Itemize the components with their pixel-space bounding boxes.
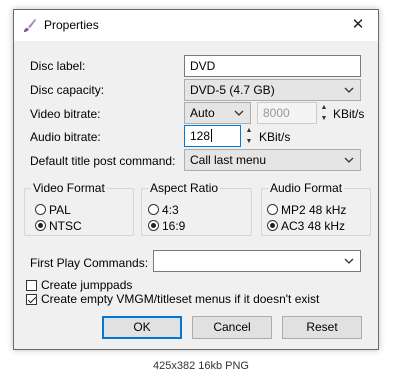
disc-label-input[interactable]: DVD (184, 55, 361, 77)
first-play-label: First Play Commands: (30, 256, 149, 270)
radio-pal-label: PAL (49, 203, 71, 217)
title-post-command-label: Default title post command: (30, 154, 176, 168)
empty-vmgm-label: Create empty VMGM/titleset menus if it d… (41, 292, 320, 306)
audio-bitrate-unit: KBit/s (259, 130, 291, 144)
chevron-down-icon (344, 157, 354, 163)
video-bitrate-unit: KBit/s (333, 107, 365, 121)
radio-mp2-circle[interactable] (267, 204, 278, 215)
audio-bitrate-spinner[interactable]: ▲ ▼ (243, 125, 255, 147)
audio-format-title: Audio Format (268, 181, 345, 195)
spin-up-icon[interactable]: ▲ (243, 125, 255, 136)
close-icon[interactable]: ✕ (348, 15, 368, 35)
title-post-command-value: Call last menu (190, 153, 267, 167)
radio-ntsc[interactable]: NTSC (35, 219, 82, 233)
video-bitrate-mode-value: Auto (190, 106, 215, 120)
radio-4-3[interactable]: 4:3 (148, 203, 179, 217)
radio-mp2-label: MP2 48 kHz (281, 203, 347, 217)
empty-vmgm-checkbox[interactable] (26, 294, 37, 305)
audio-bitrate-input[interactable]: 128 (184, 125, 241, 147)
radio-pal[interactable]: PAL (35, 203, 71, 217)
radio-16-9-label: 16:9 (162, 219, 186, 233)
brush-icon (24, 19, 36, 32)
radio-4-3-circle[interactable] (148, 204, 159, 215)
video-bitrate-mode-select[interactable]: Auto (184, 102, 251, 124)
chevron-down-icon (234, 110, 244, 116)
ok-button[interactable]: OK (102, 316, 182, 339)
properties-dialog: Properties ✕ Disc label: DVD Disc capaci… (13, 9, 379, 350)
disc-capacity-select[interactable]: DVD-5 (4.7 GB) (184, 79, 361, 101)
disc-capacity-value: DVD-5 (4.7 GB) (190, 83, 275, 97)
window-title: Properties (44, 18, 99, 32)
spin-down-icon[interactable]: ▼ (318, 113, 330, 124)
radio-ac3-circle[interactable] (267, 220, 278, 231)
radio-16-9-circle[interactable] (148, 220, 159, 231)
radio-4-3-label: 4:3 (162, 203, 179, 217)
video-bitrate-label: Video bitrate: (30, 107, 101, 121)
radio-ac3-label: AC3 48 kHz (281, 219, 346, 233)
aspect-ratio-title: Aspect Ratio (148, 181, 221, 195)
spin-up-icon[interactable]: ▲ (318, 102, 330, 113)
text-cursor (211, 129, 213, 142)
jumppads-label: Create jumppads (41, 278, 133, 292)
title-bar: Properties ✕ (14, 10, 378, 41)
chevron-down-icon (344, 87, 354, 93)
image-caption: 425x382 16kb PNG (152, 360, 249, 372)
video-format-group: Video Format PAL NTSC (24, 181, 134, 236)
first-play-select[interactable] (153, 250, 361, 272)
aspect-ratio-group: Aspect Ratio 4:3 16:9 (141, 181, 252, 236)
chevron-down-icon (344, 258, 354, 264)
spin-down-icon[interactable]: ▼ (243, 136, 255, 147)
audio-bitrate-label: Audio bitrate: (30, 130, 101, 144)
cancel-button[interactable]: Cancel (192, 316, 272, 339)
video-format-title: Video Format (31, 181, 107, 195)
video-bitrate-spinner[interactable]: ▲ ▼ (318, 102, 330, 124)
radio-ac3[interactable]: AC3 48 kHz (267, 219, 345, 233)
title-post-command-select[interactable]: Call last menu (184, 149, 361, 171)
radio-ntsc-circle[interactable] (35, 220, 46, 231)
reset-button[interactable]: Reset (282, 316, 362, 339)
disc-label-label: Disc label: (30, 59, 86, 73)
radio-mp2[interactable]: MP2 48 kHz (267, 203, 346, 217)
audio-bitrate-value: 128 (190, 129, 211, 143)
audio-format-group: Audio Format MP2 48 kHz AC3 48 kHz (261, 181, 371, 236)
video-bitrate-input[interactable]: 8000 (257, 102, 317, 124)
jumppads-checkbox[interactable] (26, 280, 37, 291)
radio-ntsc-label: NTSC (49, 219, 82, 233)
radio-pal-circle[interactable] (35, 204, 46, 215)
radio-16-9[interactable]: 16:9 (148, 219, 185, 233)
disc-capacity-label: Disc capacity: (30, 83, 105, 97)
